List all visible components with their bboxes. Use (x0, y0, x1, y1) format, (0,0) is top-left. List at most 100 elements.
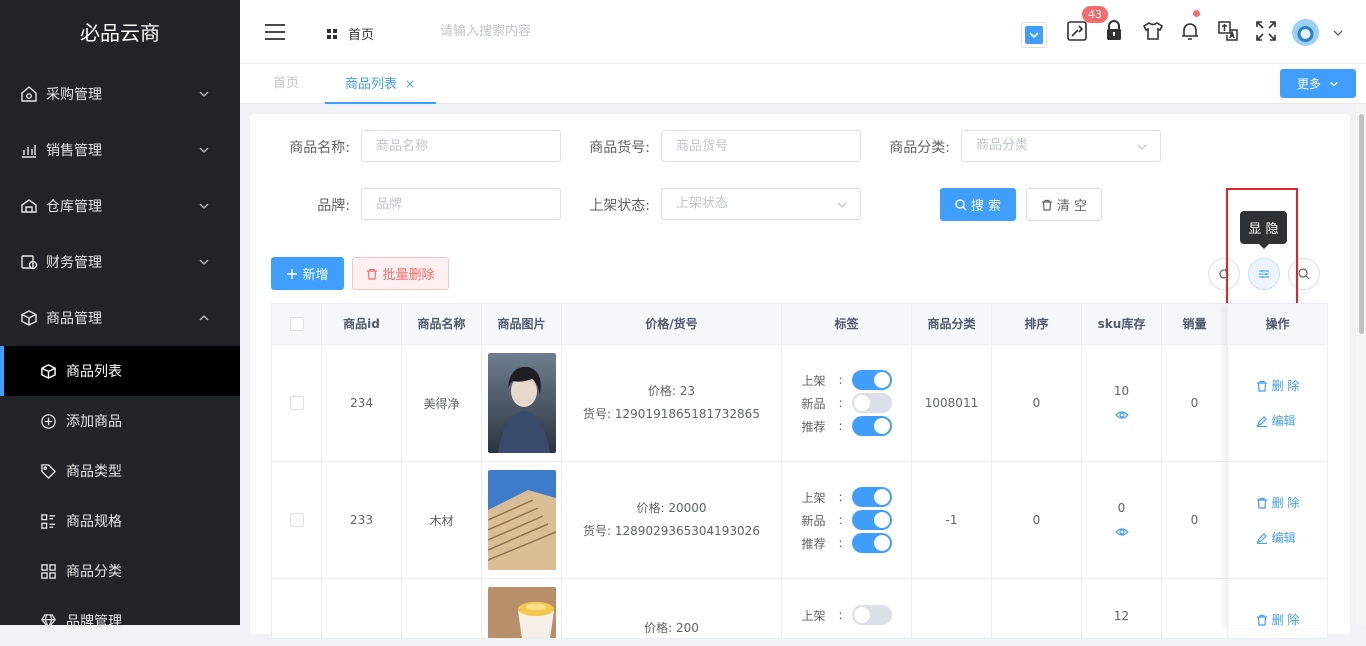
cell-sort: 0 (992, 345, 1082, 461)
new-switch[interactable] (851, 510, 892, 530)
price-text: 价格: 20000 (636, 501, 707, 515)
eye-icon[interactable] (1114, 525, 1129, 539)
chevron-down-icon (199, 91, 209, 97)
price-text: 价格: 200 (644, 621, 699, 635)
product-code-input[interactable] (661, 130, 861, 162)
avatar-image-icon (1292, 19, 1319, 46)
cell-sku: 12 (1082, 579, 1162, 638)
chevron-up-icon (199, 315, 209, 321)
clear-button[interactable]: 清 空 (1026, 188, 1102, 221)
trash-icon (367, 268, 378, 280)
chevron-down-icon (837, 202, 847, 208)
tag-label-new: 新品 (801, 513, 826, 528)
sidebar-item-warehouse[interactable]: 仓库管理 (0, 178, 240, 234)
header-search[interactable] (440, 24, 640, 39)
sidebar-subitem-label: 添加商品 (66, 414, 122, 430)
cell-tags: 上架: 新品: 推荐: (782, 345, 912, 461)
sidebar-item-finance[interactable]: 财务管理 (0, 234, 240, 290)
product-name-label: 商品名称: (289, 140, 350, 156)
cell-id: 234 (322, 345, 402, 461)
product-thumbnail-cup[interactable] (487, 587, 556, 639)
fullscreen-icon[interactable] (1255, 20, 1277, 42)
sales-chart-icon (22, 145, 36, 158)
header-search-input[interactable] (440, 24, 640, 39)
scrollbar-thumb[interactable] (1359, 114, 1364, 334)
batch-delete-button-label: 批量删除 (382, 268, 435, 283)
hamburger-menu-icon[interactable] (265, 24, 285, 40)
product-name-input[interactable] (361, 130, 561, 162)
batch-delete-button[interactable]: 批量删除 (352, 257, 449, 290)
sidebar-subitem-product-spec[interactable]: 商品规格 (0, 496, 240, 546)
page-scrollbar[interactable] (1356, 104, 1366, 625)
table-header: 商品id 商品名称 商品图片 价格/货号 标签 商品分类 排序 sku库存 销量… (271, 303, 1328, 345)
product-thumbnail-lumber[interactable] (487, 470, 556, 570)
sidebar-item-purchase[interactable]: 采购管理 (0, 66, 240, 122)
search-button[interactable]: 搜 索 (940, 188, 1016, 221)
tag-label-listed: 上架 (801, 608, 826, 623)
tools-icon[interactable] (1066, 20, 1088, 42)
row-checkbox[interactable] (289, 513, 304, 527)
apps-grid-icon (327, 28, 337, 39)
notification-dot (1193, 10, 1200, 17)
sidebar-subitem-add-product[interactable]: 添加商品 (0, 396, 240, 446)
theme-shirt-icon[interactable] (1142, 20, 1164, 42)
recommend-switch[interactable] (851, 416, 892, 436)
sidebar-subitem-label: 品牌管理 (66, 614, 122, 630)
tab-product-list[interactable]: 商品列表 × (325, 64, 436, 104)
select-all-checkbox[interactable] (289, 317, 304, 331)
grid-icon (41, 563, 56, 579)
sidebar-subitem-label: 商品列表 (66, 364, 122, 380)
plus-icon (287, 268, 298, 279)
cell-price-code: 价格: 200 (562, 579, 782, 638)
listing-status-select[interactable]: 上架状态 (661, 188, 861, 220)
breadcrumb[interactable]: 首页 (326, 24, 374, 43)
product-thumbnail-portrait[interactable] (487, 353, 556, 453)
cell-image (482, 345, 562, 461)
product-code-label: 商品货号: (589, 140, 650, 156)
cell-name (402, 579, 482, 638)
brand-label: 品牌: (317, 198, 350, 214)
tab-home[interactable]: 首页 (273, 64, 299, 104)
cell-name: 美得净 (402, 345, 482, 461)
add-button[interactable]: 新增 (271, 257, 344, 290)
layout-toggle-icon[interactable] (1021, 22, 1047, 48)
cell-name: 木材 (402, 462, 482, 578)
sidebar-subitem-label: 商品规格 (66, 514, 122, 530)
new-switch[interactable] (851, 393, 892, 413)
lock-icon[interactable] (1104, 20, 1124, 42)
chevron-down-icon (199, 203, 209, 209)
listed-switch[interactable] (851, 487, 892, 507)
chevron-down-icon[interactable] (1332, 27, 1344, 39)
column-header: 销量 (1162, 304, 1228, 344)
diamond-icon (41, 613, 56, 630)
user-avatar[interactable] (1292, 19, 1319, 46)
tag-label-recommend: 推荐 (801, 536, 826, 551)
sidebar-item-products[interactable]: 商品管理 (0, 290, 240, 346)
code-text: 货号: 1289029365304193026 (583, 524, 760, 538)
eye-icon[interactable] (1114, 408, 1129, 422)
fixed-column-shadow (1227, 303, 1328, 628)
more-button[interactable]: 更多 (1280, 69, 1356, 98)
tab-close-icon[interactable]: × (405, 77, 415, 91)
sidebar-subitem-product-category[interactable]: 商品分类 (0, 546, 240, 596)
sidebar-subitem-product-list[interactable]: 商品列表 (0, 346, 240, 396)
listed-switch[interactable] (851, 370, 892, 390)
highlight-annotation-box (1226, 188, 1298, 308)
listed-switch[interactable] (851, 605, 892, 625)
brand-input[interactable] (361, 188, 561, 220)
column-header: 价格/货号 (562, 304, 782, 344)
translate-icon[interactable] (1217, 20, 1239, 42)
sidebar-subitem-brand[interactable]: 品牌管理 (0, 596, 240, 646)
sidebar-subitem-product-type[interactable]: 商品类型 (0, 446, 240, 496)
product-category-select[interactable]: 商品分类 (961, 130, 1161, 162)
sku-count: 0 (1117, 501, 1126, 515)
tabs-bar: 首页 商品列表 × 更多 (240, 64, 1366, 104)
table-row: 价格: 200 上架: 12 删 除 (271, 579, 1328, 639)
sidebar-item-sales[interactable]: 销售管理 (0, 122, 240, 178)
row-checkbox-cell (272, 345, 322, 461)
bell-icon[interactable] (1179, 20, 1201, 42)
table-row: 234 美得净 价格: 23 货号: 1290191865181732865 上架… (271, 345, 1328, 462)
row-checkbox[interactable] (289, 396, 304, 410)
clear-button-label: 清 空 (1056, 199, 1088, 214)
recommend-switch[interactable] (851, 533, 892, 553)
